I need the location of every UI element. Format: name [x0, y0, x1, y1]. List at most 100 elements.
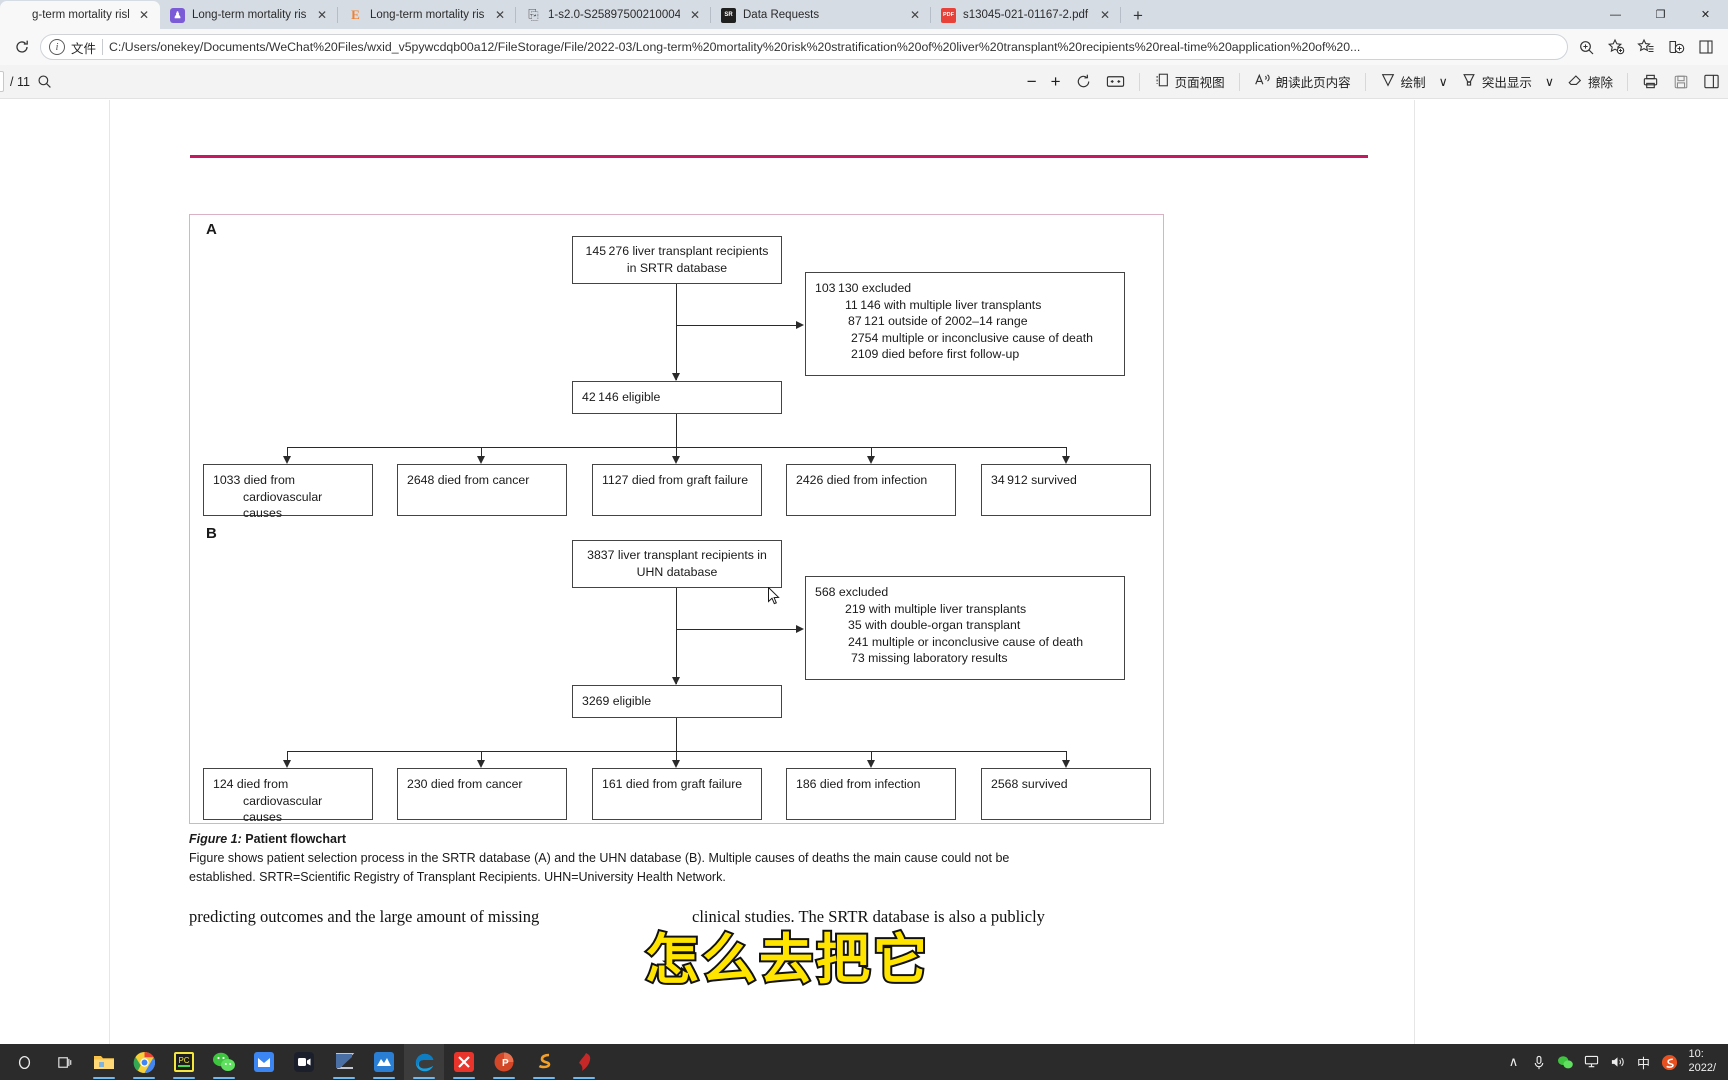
panel-b-excluded-item-4: 73 missing laboratory results — [851, 651, 1008, 666]
tab-close-icon[interactable]: ✕ — [687, 7, 703, 23]
network-icon[interactable] — [1578, 1044, 1604, 1080]
erase-button[interactable]: 擦除 — [1560, 69, 1620, 95]
more-browser-icon[interactable] — [1692, 33, 1720, 61]
tab-close-icon[interactable]: ✕ — [492, 7, 508, 23]
tencent-meeting-icon[interactable] — [284, 1044, 324, 1080]
file-explorer-icon[interactable] — [84, 1044, 124, 1080]
browser-tab-5[interactable]: SR Data Requests ✕ — [711, 1, 931, 29]
volume-icon[interactable] — [1604, 1044, 1630, 1080]
tab-close-icon[interactable]: ✕ — [314, 7, 330, 23]
highlight-button[interactable]: 突出显示 — [1454, 69, 1539, 95]
browser-tab-1[interactable]: g-term mortality risk stratific ✕ — [0, 1, 160, 29]
toolbar-divider-3 — [1364, 72, 1366, 91]
highlight-dropdown-caret[interactable]: ∨ — [1539, 69, 1560, 95]
collections-icon[interactable] — [1662, 33, 1690, 61]
body-column-left: predicting outcomes and the large amount… — [189, 907, 540, 926]
panel-b-outcome-4-line1: 186 died from infection — [796, 777, 921, 791]
toolbar-divider-2 — [1238, 72, 1240, 91]
potplayer-icon[interactable]: PC — [164, 1044, 204, 1080]
browser-tab-6[interactable]: PDF s13045-021-01167-2.pdf ✕ — [931, 1, 1121, 29]
panel-b-outcome-3-line1: 161 died from graft failure — [602, 777, 743, 791]
zotero-icon[interactable] — [324, 1044, 364, 1080]
erase-label: 擦除 — [1587, 76, 1613, 90]
panel-a-outcome-2-line1: 2648 died from cancer — [407, 473, 530, 487]
tray-expand-icon[interactable]: ∧ — [1500, 1044, 1526, 1080]
panel-a-source-line2: in SRTR database — [626, 261, 728, 275]
windows-start-icon[interactable] — [4, 1044, 44, 1080]
highlight-label: 突出显示 — [1481, 76, 1532, 90]
tab-title: g-term mortality risk stratific — [32, 9, 129, 21]
task-view-icon[interactable] — [44, 1044, 84, 1080]
panel-b-drop-arrow-4 — [866, 760, 875, 768]
microphone-icon[interactable] — [1526, 1044, 1552, 1080]
save-button[interactable] — [1666, 69, 1696, 95]
foxmail-icon[interactable] — [244, 1044, 284, 1080]
rotate-icon[interactable] — [1068, 69, 1099, 95]
xmind-icon[interactable] — [444, 1044, 484, 1080]
read-aloud-button[interactable]: 朗读此页内容 — [1247, 69, 1358, 95]
print-button[interactable] — [1635, 69, 1666, 95]
draw-dropdown-caret[interactable]: ∨ — [1433, 69, 1454, 95]
toolbar-divider-4 — [1627, 72, 1628, 91]
taskbar-clock[interactable]: 10: 2022/ — [1682, 1048, 1724, 1076]
powerpoint-icon[interactable]: P — [484, 1044, 524, 1080]
window-maximize-button[interactable]: ❐ — [1638, 0, 1683, 29]
tab-favicon-pdf: PDF — [941, 7, 956, 23]
pdf-page-input[interactable] — [0, 71, 4, 92]
figure-caption-line1: Figure shows patient selection process i… — [189, 850, 1010, 865]
zoom-out-button[interactable]: − — [1020, 69, 1044, 95]
window-minimize-button[interactable]: — — [1593, 0, 1638, 29]
tab-favicon — [10, 8, 25, 23]
panel-b-outcome-node-5: 2568 survived — [981, 768, 1151, 820]
wechat-tray-icon[interactable] — [1552, 1044, 1578, 1080]
chrome-icon[interactable] — [124, 1044, 164, 1080]
browser-tab-4[interactable]: ⎘ 1-s2.0-S2589750021000406-mm ✕ — [516, 1, 711, 29]
figure-caption: Figure 1: Patient flowchart Figure shows… — [189, 830, 1149, 886]
panel-b-source-line2: UHN database — [636, 565, 718, 579]
zoom-icon[interactable] — [1572, 33, 1600, 61]
panel-b-outcome-node-2: 230 died from cancer — [397, 768, 567, 820]
tab-close-icon[interactable]: ✕ — [907, 7, 923, 23]
tab-close-icon[interactable]: ✕ — [1097, 7, 1113, 23]
sogou-tray-icon[interactable] — [1656, 1044, 1682, 1080]
wechat-icon[interactable] — [204, 1044, 244, 1080]
new-tab-button[interactable]: + — [1125, 3, 1151, 29]
edge-icon[interactable] — [404, 1044, 444, 1080]
panel-b-eligible-label: 3269 eligible — [582, 694, 652, 709]
windows-taskbar: PC P ∧ 中 10: 2022/ — [0, 1044, 1728, 1080]
browser-tab-3[interactable]: E Long-term mortality risk stratific ✕ — [338, 1, 516, 29]
fit-page-icon[interactable] — [1099, 69, 1132, 95]
pdf-page: A 145 276 liver transplant recipients in… — [110, 100, 1414, 1044]
favorite-add-icon[interactable] — [1602, 33, 1630, 61]
info-icon[interactable]: i — [49, 39, 65, 55]
eraser-icon — [1567, 72, 1583, 91]
panel-a-drop-arrow-1 — [282, 456, 291, 464]
zoom-in-button[interactable]: + — [1044, 69, 1068, 95]
reload-icon[interactable] — [8, 33, 36, 61]
panel-b-source-node: 3837 liver transplant recipients in UHN … — [572, 540, 782, 588]
panel-b-outcome-node-1: 124 died from cardiovascular causes — [203, 768, 373, 824]
panel-a-outcome-node-4: 2426 died from infection — [786, 464, 956, 516]
panel-b-outcome-5-line1: 2568 survived — [991, 777, 1068, 791]
figure-caption-line2: established. SRTR=Scientific Registry of… — [189, 869, 726, 884]
mendeley-icon[interactable] — [364, 1044, 404, 1080]
page-view-button[interactable]: 页面视图 — [1147, 69, 1232, 95]
pdf-search-button[interactable] — [30, 69, 59, 95]
panel-a-exclusion-arrow — [796, 320, 804, 329]
window-close-button[interactable]: ✕ — [1683, 0, 1728, 29]
tab-favicon-document: ⎘ — [528, 7, 539, 23]
browser-tab-2[interactable]: ♟ Long-term mortality risk stratific ✕ — [160, 1, 338, 29]
pdf-viewer-canvas[interactable]: A 145 276 liver transplant recipients in… — [0, 100, 1728, 1044]
toolbar-divider-1 — [1138, 72, 1140, 91]
tab-close-icon[interactable]: ✕ — [136, 7, 152, 23]
panel-b-source-line1: 3837 liver transplant recipients in — [587, 548, 767, 563]
more-options-button[interactable] — [1696, 69, 1722, 95]
ime-mode-icon[interactable]: 中 — [1630, 1044, 1656, 1080]
ribbon-app-icon[interactable] — [564, 1044, 604, 1080]
address-bar[interactable]: i 文件 C:/Users/onekey/Documents/WeChat%20… — [40, 34, 1568, 60]
panel-b-eligible-node: 3269 eligible — [572, 685, 782, 718]
sogou-icon[interactable] — [524, 1044, 564, 1080]
favorites-icon[interactable] — [1632, 33, 1660, 61]
panel-a-outcome-5-line1: 34 912 survived — [991, 473, 1077, 487]
draw-button[interactable]: 绘制 — [1373, 69, 1433, 95]
